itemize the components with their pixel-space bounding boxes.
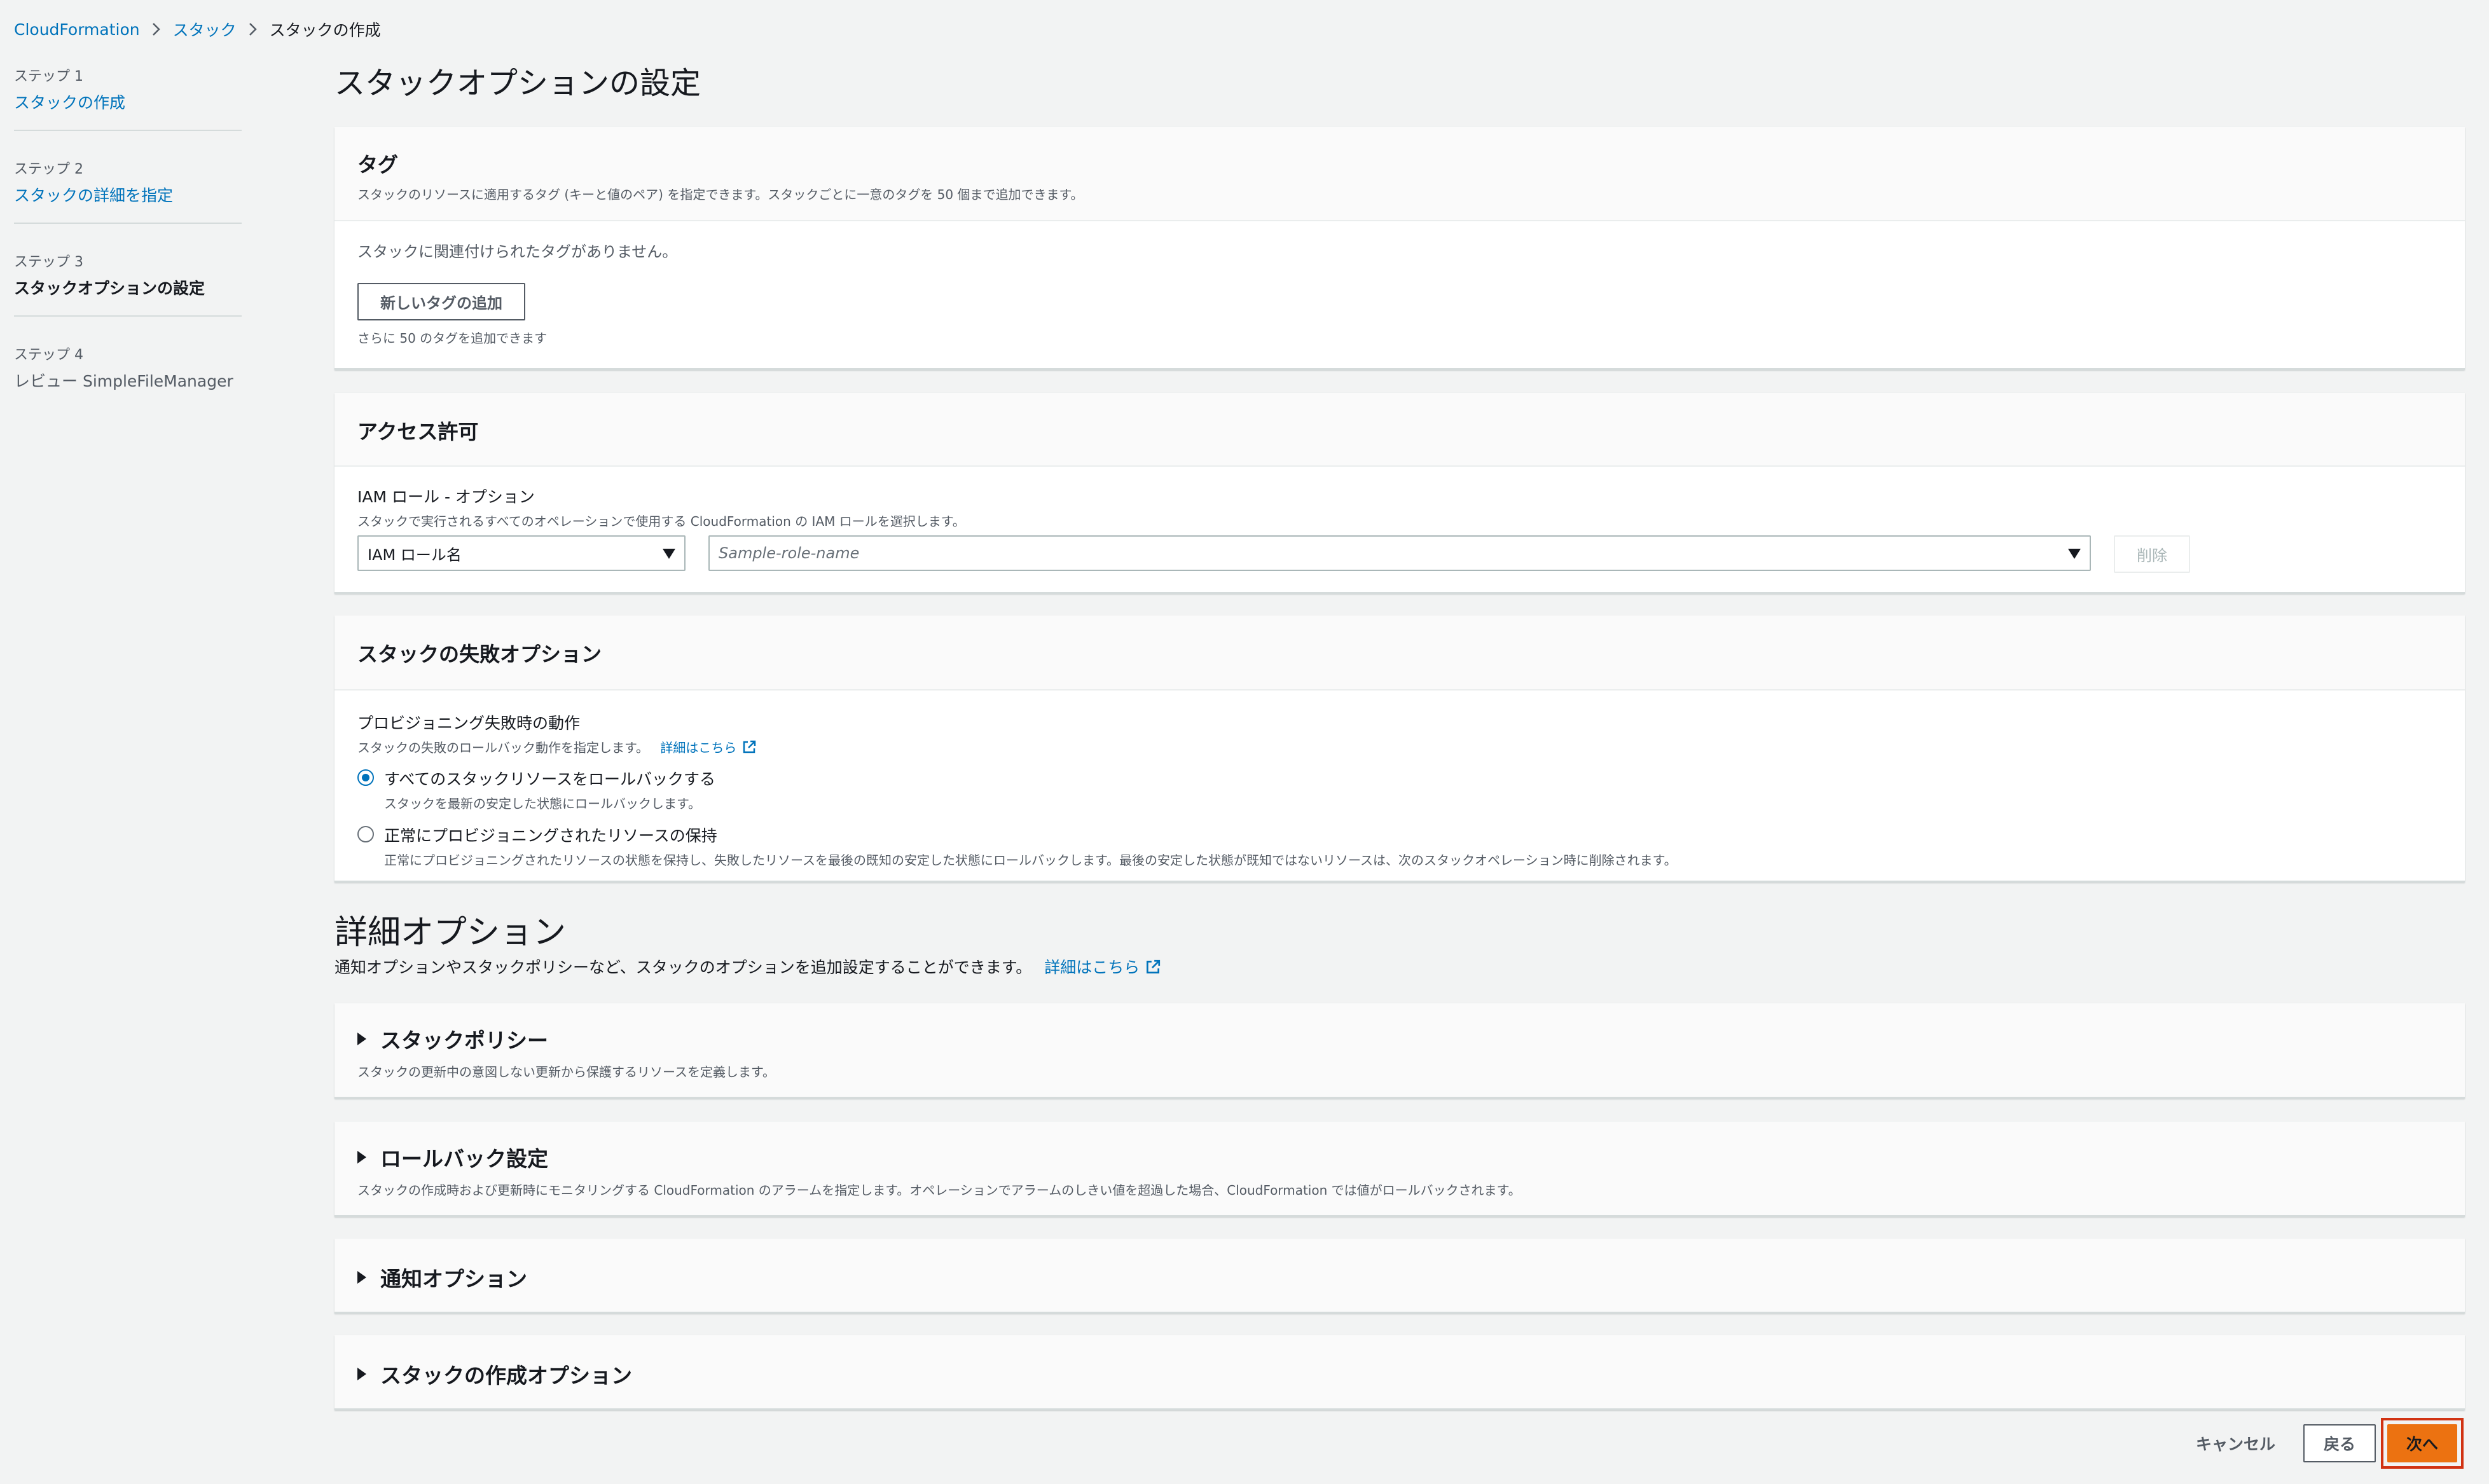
radio-rollback-all-desc: スタックを最新の安定した状態にロールバックします。: [384, 796, 701, 811]
step-4: ステップ 4 レビュー SimpleFileManager: [14, 340, 242, 408]
page-title: スタックオプションの設定: [334, 65, 701, 101]
radio-rollback-all-control[interactable]: [357, 769, 374, 786]
breadcrumb-stacks[interactable]: スタック: [173, 18, 237, 41]
stack-policy-desc: スタックの更新中の意図しない更新から保護するリソースを定義します。: [357, 1064, 775, 1080]
wizard-footer: キャンセル 戻る 次へ: [2196, 1418, 2464, 1469]
rollback-config-title: ロールバック設定: [380, 1146, 548, 1171]
iam-role-type-value: IAM ロール名: [368, 546, 462, 564]
iam-role-type-select[interactable]: IAM ロール名: [357, 535, 686, 571]
breadcrumb: CloudFormation スタック スタックの作成: [14, 18, 381, 41]
caret-right-icon: [357, 1270, 366, 1284]
rollback-config-toggle[interactable]: ロールバック設定: [357, 1142, 2442, 1172]
notification-options-title: 通知オプション: [380, 1266, 527, 1291]
creation-options-title: スタックの作成オプション: [380, 1363, 632, 1388]
tags-empty-message: スタックに関連付けられたタグがありません。: [357, 243, 678, 261]
caret-right-icon: [357, 1033, 366, 1045]
caret-right-icon: [357, 1367, 366, 1380]
breadcrumb-current: スタックの作成: [269, 21, 381, 39]
rollback-config-section[interactable]: ロールバック設定 スタックの作成時および更新時にモニタリングする CloudFo…: [334, 1122, 2465, 1217]
creation-options-section[interactable]: スタックの作成オプション: [334, 1335, 2465, 1410]
iam-role-label: IAM ロール - オプション: [357, 488, 535, 506]
advanced-learn-more-link[interactable]: 詳細はこちら: [1044, 958, 1161, 977]
radio-rollback-all[interactable]: すべてのスタックリソースをロールバックする スタックを最新の安定した状態にロール…: [357, 767, 2442, 812]
step-link-create-stack[interactable]: スタックの作成: [14, 90, 242, 113]
radio-preserve-resources-label: 正常にプロビジョニングされたリソースの保持: [384, 827, 717, 845]
learn-more-text: 詳細はこちら: [660, 740, 737, 755]
learn-more-text: 詳細はこちら: [1044, 958, 1140, 977]
creation-options-header: スタックの作成オプション: [334, 1335, 2465, 1408]
remove-role-button[interactable]: 削除: [2114, 535, 2190, 573]
notification-options-header: 通知オプション: [334, 1239, 2465, 1312]
notification-options-toggle[interactable]: 通知オプション: [357, 1262, 2442, 1293]
tags-title: タグ: [357, 153, 399, 177]
failure-learn-more-link[interactable]: 詳細はこちら: [660, 740, 757, 755]
main-content: スタックオプションの設定 タグ スタックのリソースに適用するタグ (キーと値のペ…: [334, 61, 2465, 1410]
stack-policy-toggle[interactable]: スタックポリシー: [357, 1024, 2442, 1054]
failure-options-header: スタックの失敗オプション: [334, 615, 2465, 690]
next-button-highlight: 次へ: [2380, 1418, 2464, 1469]
rollback-config-desc: スタックの作成時および更新時にモニタリングする CloudFormation の…: [357, 1183, 1521, 1198]
step-2: ステップ 2 スタックの詳細を指定: [14, 154, 242, 224]
advanced-options-description: 通知オプションやスタックポリシーなど、スタックのオプションを追加設定することがで…: [334, 955, 1161, 979]
caret-down-icon: [663, 549, 675, 559]
stack-policy-title: スタックポリシー: [380, 1028, 548, 1053]
advanced-options-title: 詳細オプション: [334, 914, 567, 952]
breadcrumb-cloudformation[interactable]: CloudFormation: [14, 20, 140, 39]
stack-policy-section[interactable]: スタックポリシー スタックの更新中の意図しない更新から保護するリソースを定義しま…: [334, 1003, 2465, 1099]
external-link-icon: [741, 739, 757, 758]
page-root: CloudFormation スタック スタックの作成 ステップ 1 スタックの…: [0, 0, 2489, 1484]
radio-preserve-resources-desc: 正常にプロビジョニングされたリソースの状態を保持し、失敗したリソースを最後の既知…: [384, 853, 1677, 868]
caret-down-icon: [2068, 549, 2081, 559]
step-number: ステップ 1: [14, 69, 83, 85]
stack-policy-header: スタックポリシー スタックの更新中の意図しない更新から保護するリソースを定義しま…: [334, 1003, 2465, 1097]
advanced-desc-text: 通知オプションやスタックポリシーなど、スタックのオプションを追加設定することがで…: [334, 958, 1032, 977]
failure-behavior-description: スタックの失敗のロールバック動作を指定します。 詳細はこちら: [357, 738, 2442, 758]
iam-role-name-select[interactable]: Sample-role-name: [708, 535, 2091, 571]
cancel-button[interactable]: キャンセル: [2196, 1432, 2275, 1455]
step-link-stack-details[interactable]: スタックの詳細を指定: [14, 183, 242, 206]
radio-preserve-resources[interactable]: 正常にプロビジョニングされたリソースの保持 正常にプロビジョニングされたリソース…: [357, 823, 2442, 869]
failure-behavior-label: プロビジョニング失敗時の動作: [357, 714, 581, 732]
iam-role-name-placeholder: Sample-role-name: [719, 544, 860, 562]
step-review: レビュー SimpleFileManager: [14, 372, 233, 390]
tags-remaining-hint: さらに 50 のタグを追加できます: [357, 331, 548, 346]
chevron-right-icon: [151, 22, 162, 37]
permissions-title: アクセス許可: [357, 420, 479, 444]
external-link-icon: [1145, 959, 1161, 979]
failure-behavior-desc-text: スタックの失敗のロールバック動作を指定します。: [357, 740, 649, 755]
tags-panel: タグ スタックのリソースに適用するタグ (キーと値のペア) を指定できます。スタ…: [334, 127, 2465, 370]
next-button[interactable]: 次へ: [2387, 1424, 2457, 1462]
rollback-config-header: ロールバック設定 スタックの作成時および更新時にモニタリングする CloudFo…: [334, 1122, 2465, 1215]
step-1: ステップ 1 スタックの作成: [14, 61, 242, 131]
step-number: ステップ 3: [14, 254, 83, 270]
tags-description: スタックのリソースに適用するタグ (キーと値のペア) を指定できます。スタックご…: [357, 187, 1084, 202]
step-number: ステップ 2: [14, 161, 83, 177]
tags-header: タグ スタックのリソースに適用するタグ (キーと値のペア) を指定できます。スタ…: [334, 127, 2465, 221]
chevron-right-icon: [248, 22, 258, 37]
add-tag-button[interactable]: 新しいタグの追加: [357, 283, 525, 320]
permissions-panel: アクセス許可 IAM ロール - オプション スタックで実行されるすべてのオペレ…: [334, 393, 2465, 594]
radio-preserve-resources-control[interactable]: [357, 826, 374, 842]
creation-options-toggle[interactable]: スタックの作成オプション: [357, 1359, 2442, 1389]
failure-options-panel: スタックの失敗オプション プロビジョニング失敗時の動作 スタックの失敗のロールバ…: [334, 615, 2465, 883]
iam-role-description: スタックで実行されるすべてのオペレーションで使用する CloudFormatio…: [357, 514, 965, 529]
notification-options-section[interactable]: 通知オプション: [334, 1239, 2465, 1314]
wizard-steps: ステップ 1 スタックの作成 ステップ 2 スタックの詳細を指定 ステップ 3 …: [14, 61, 242, 431]
radio-rollback-all-label: すべてのスタックリソースをロールバックする: [384, 770, 716, 788]
step-current-stack-options: スタックオプションの設定: [14, 279, 205, 298]
step-3: ステップ 3 スタックオプションの設定: [14, 247, 242, 317]
permissions-header: アクセス許可: [334, 393, 2465, 467]
step-number: ステップ 4: [14, 347, 83, 363]
caret-right-icon: [357, 1151, 366, 1164]
failure-options-title: スタックの失敗オプション: [357, 642, 602, 666]
back-button[interactable]: 戻る: [2303, 1424, 2376, 1462]
